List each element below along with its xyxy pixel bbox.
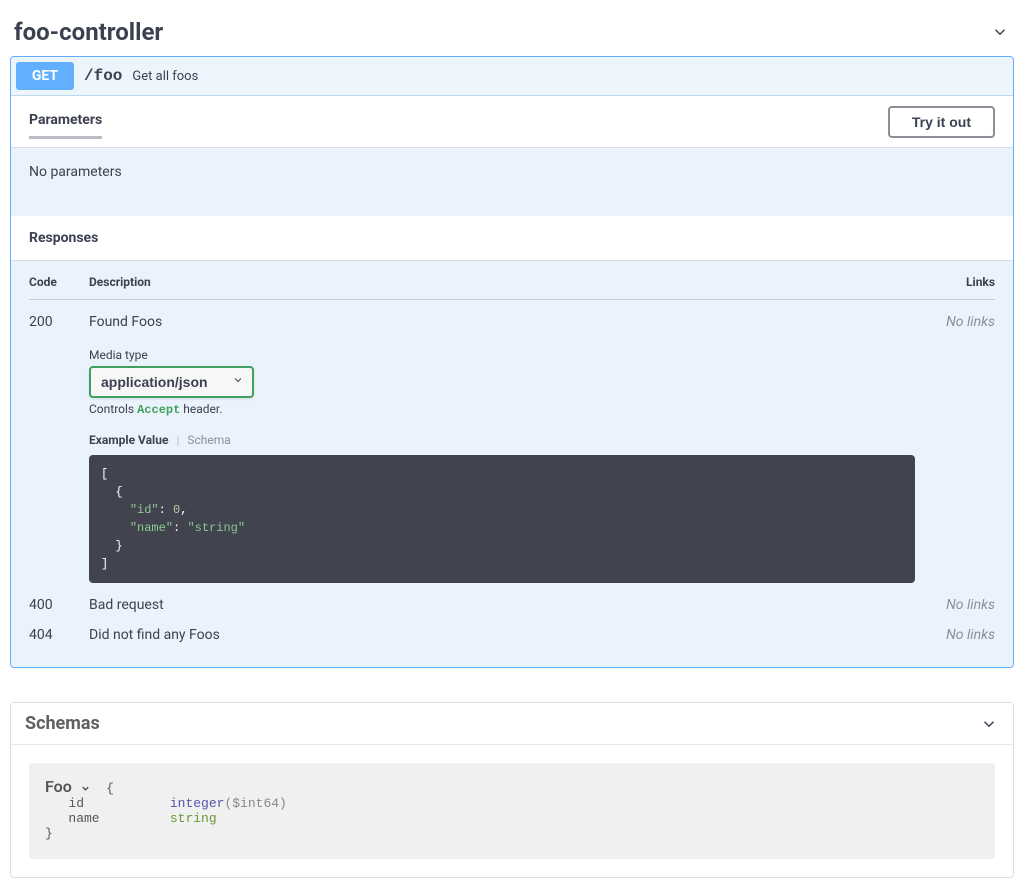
tag-header[interactable]: foo-controller	[10, 10, 1014, 56]
example-schema-tabs: Example Value | Schema	[89, 433, 915, 447]
response-description: Did not find any Foos	[89, 627, 915, 643]
response-links: No links	[915, 627, 995, 643]
schemas-header[interactable]: Schemas	[11, 703, 1013, 745]
operation-summary[interactable]: GET /foo Get all foos	[11, 57, 1013, 96]
tab-example-value[interactable]: Example Value	[89, 433, 168, 447]
response-code: 200	[29, 314, 89, 583]
response-description: Found Foos	[89, 314, 915, 330]
parameters-body: No parameters	[11, 148, 1013, 216]
responses-table-head: Code Description Links	[29, 275, 995, 300]
response-row-200: 200 Found Foos Media type application/js…	[29, 300, 995, 583]
tab-schema[interactable]: Schema	[187, 433, 230, 447]
http-method-badge: GET	[16, 62, 74, 90]
col-header-description: Description	[89, 275, 915, 289]
col-header-code: Code	[29, 275, 89, 289]
parameters-header: Parameters Try it out	[11, 96, 1013, 148]
chevron-down-icon	[979, 714, 999, 734]
operation-block: GET /foo Get all foos Parameters Try it …	[10, 56, 1014, 668]
chevron-down-icon	[80, 781, 91, 796]
schemas-title: Schemas	[25, 713, 100, 734]
accept-header-note: Controls Accept header.	[89, 402, 915, 417]
media-type-label: Media type	[89, 348, 915, 362]
response-row-400: 400 Bad request No links	[29, 583, 995, 613]
response-code: 404	[29, 627, 89, 643]
responses-header: Responses	[11, 216, 1013, 261]
operation-path: /foo	[84, 67, 122, 85]
response-code: 400	[29, 597, 89, 613]
no-parameters-text: No parameters	[29, 164, 122, 180]
model-name[interactable]: Foo	[45, 777, 72, 796]
media-type-select-wrap: application/json	[89, 366, 254, 398]
media-type-select[interactable]: application/json	[89, 366, 254, 398]
response-row-404: 404 Did not find any Foos No links	[29, 613, 995, 643]
tab-parameters[interactable]: Parameters	[29, 104, 102, 139]
response-links: No links	[915, 597, 995, 613]
chevron-down-icon	[990, 22, 1010, 42]
operation-description: Get all foos	[132, 69, 198, 84]
tag-title: foo-controller	[14, 18, 163, 46]
response-links: No links	[915, 314, 995, 583]
example-json-block: [ { "id": 0, "name": "string" } ]	[89, 455, 915, 583]
schema-body: Foo { id integer($int64) name string }	[29, 763, 995, 859]
try-it-out-button[interactable]: Try it out	[888, 106, 995, 138]
col-header-links: Links	[915, 275, 995, 289]
responses-body: Code Description Links 200 Found Foos Me…	[11, 261, 1013, 667]
schemas-block: Schemas Foo { id integer($int64) name st…	[10, 702, 1014, 878]
response-description: Bad request	[89, 597, 915, 613]
